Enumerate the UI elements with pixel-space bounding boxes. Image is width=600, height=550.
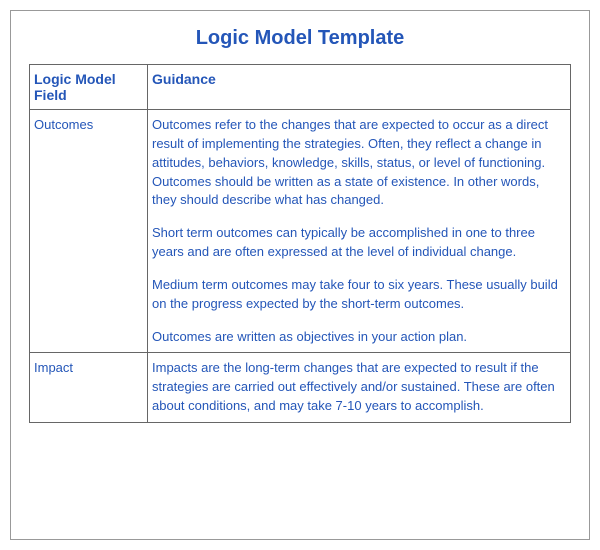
guidance-paragraph: Outcomes are written as objectives in yo… [152,328,566,347]
cell-guidance: Impacts are the long-term changes that a… [148,353,571,423]
header-guidance: Guidance [148,65,571,110]
header-field: Logic Model Field [30,65,148,110]
guidance-paragraph: Impacts are the long-term changes that a… [152,359,566,416]
cell-field: Outcomes [30,110,148,353]
table-row: Impact Impacts are the long-term changes… [30,353,571,423]
guidance-paragraph: Outcomes refer to the changes that are e… [152,116,566,210]
logic-model-table: Logic Model Field Guidance Outcomes Outc… [29,64,571,423]
cell-guidance: Outcomes refer to the changes that are e… [148,110,571,353]
document-page: Logic Model Template Logic Model Field G… [10,10,590,540]
guidance-paragraph: Short term outcomes can typically be acc… [152,224,566,262]
table-header-row: Logic Model Field Guidance [30,65,571,110]
cell-field: Impact [30,353,148,423]
page-title: Logic Model Template [29,27,571,50]
guidance-paragraph: Medium term outcomes may take four to si… [152,276,566,314]
table-row: Outcomes Outcomes refer to the changes t… [30,110,571,353]
